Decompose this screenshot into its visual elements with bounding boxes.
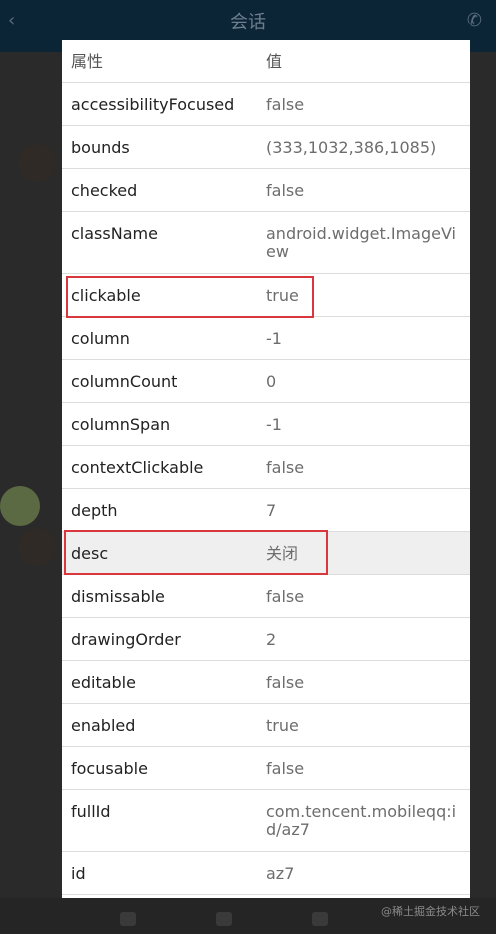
table-row[interactable]: depth 7 bbox=[62, 489, 470, 532]
table-row[interactable]: editable false bbox=[62, 661, 470, 704]
toolbar-icon bbox=[312, 912, 328, 926]
phone-icon: ✆ bbox=[466, 10, 482, 31]
avatar bbox=[18, 144, 56, 182]
avatar bbox=[0, 486, 40, 526]
table-header: 属性 值 bbox=[62, 40, 470, 83]
property-name: columnSpan bbox=[71, 415, 171, 434]
property-value: true bbox=[266, 286, 299, 305]
property-name: depth bbox=[71, 501, 118, 520]
property-name: clickable bbox=[71, 286, 141, 305]
header-value: 值 bbox=[266, 52, 283, 71]
property-value: -1 bbox=[266, 329, 282, 348]
table-row[interactable]: columnCount 0 bbox=[62, 360, 470, 403]
property-name: editable bbox=[71, 673, 136, 692]
property-value: true bbox=[266, 716, 299, 735]
property-value: android.widget.ImageView bbox=[266, 224, 456, 261]
property-value: 7 bbox=[266, 501, 277, 520]
table-row[interactable]: id az7 bbox=[62, 852, 470, 895]
table-row[interactable]: fullId com.tencent.mobileqq:id/az7 bbox=[62, 790, 470, 852]
property-value: az7 bbox=[266, 864, 295, 883]
property-value: false bbox=[266, 673, 305, 692]
table-row[interactable]: columnSpan -1 bbox=[62, 403, 470, 446]
table-row-desc[interactable]: desc 关闭 bbox=[62, 532, 470, 575]
table-row[interactable]: className android.widget.ImageView bbox=[62, 212, 470, 274]
property-value: -1 bbox=[266, 415, 282, 434]
property-name: drawingOrder bbox=[71, 630, 181, 649]
property-name: checked bbox=[71, 181, 138, 200]
table-row[interactable]: checked false bbox=[62, 169, 470, 212]
property-name: focusable bbox=[71, 759, 148, 778]
property-value: false bbox=[266, 759, 305, 778]
table-row[interactable]: accessibilityFocused false bbox=[62, 83, 470, 126]
toolbar-icon bbox=[216, 912, 232, 926]
property-name: dismissable bbox=[71, 587, 165, 606]
property-value: 关闭 bbox=[266, 544, 299, 563]
property-value: false bbox=[266, 587, 305, 606]
property-name: enabled bbox=[71, 716, 136, 735]
property-value: 0 bbox=[266, 372, 277, 391]
property-name: columnCount bbox=[71, 372, 178, 391]
property-name: desc bbox=[71, 544, 109, 563]
avatar bbox=[18, 528, 56, 566]
toolbar-icon bbox=[120, 912, 136, 926]
property-value: 2 bbox=[266, 630, 277, 649]
property-name: id bbox=[71, 864, 86, 883]
property-value: com.tencent.mobileqq:id/az7 bbox=[266, 802, 457, 839]
property-name: accessibilityFocused bbox=[71, 95, 235, 114]
property-name: column bbox=[71, 329, 130, 348]
table-row[interactable]: bounds (333,1032,386,1085) bbox=[62, 126, 470, 169]
property-name: bounds bbox=[71, 138, 130, 157]
table-row-clickable[interactable]: clickable true bbox=[62, 274, 470, 317]
property-value: false bbox=[266, 458, 305, 477]
header-attribute: 属性 bbox=[71, 52, 104, 71]
property-name: fullId bbox=[71, 802, 111, 821]
property-name: contextClickable bbox=[71, 458, 204, 477]
table-row[interactable]: column -1 bbox=[62, 317, 470, 360]
property-value: false bbox=[266, 95, 305, 114]
property-value: false bbox=[266, 181, 305, 200]
app-title: 会话 bbox=[230, 12, 266, 33]
table-row[interactable]: drawingOrder 2 bbox=[62, 618, 470, 661]
watermark: @稀土掘金技术社区 bbox=[381, 905, 480, 918]
table-row[interactable]: enabled true bbox=[62, 704, 470, 747]
table-row[interactable]: contextClickable false bbox=[62, 446, 470, 489]
property-name: className bbox=[71, 224, 158, 243]
node-properties-dialog: 属性 值 accessibilityFocused false bounds (… bbox=[62, 40, 470, 898]
table-row[interactable]: dismissable false bbox=[62, 575, 470, 618]
property-value: (333,1032,386,1085) bbox=[266, 138, 437, 157]
table-row[interactable]: focusable false bbox=[62, 747, 470, 790]
